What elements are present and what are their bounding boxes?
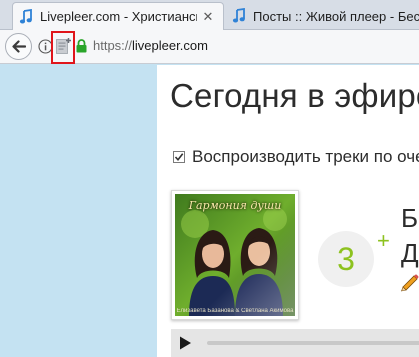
url-host: livepleer.com: [132, 38, 208, 53]
site-info-button[interactable]: [38, 39, 53, 54]
track-number-badge: 3: [318, 231, 374, 287]
tab-title: Посты :: Живой плеер - Бесплатные: [253, 8, 419, 24]
music-note-icon: [19, 8, 32, 23]
track-title: Б: [401, 203, 419, 233]
autoplay-label[interactable]: Воспроизводить треки по очереди: [192, 147, 419, 167]
address-bar-url[interactable]: https://livepleer.com: [93, 38, 208, 53]
pencil-icon[interactable]: [400, 273, 419, 292]
url-scheme: https://: [93, 38, 133, 53]
album-cover-image: [175, 194, 295, 316]
close-tab-icon[interactable]: ✕: [201, 9, 215, 25]
tab-title: Livepleer.com - Христианские песни: [40, 9, 197, 24]
autoplay-checkbox[interactable]: [173, 151, 185, 163]
info-icon: [38, 39, 53, 54]
add-track-icon[interactable]: +: [377, 228, 390, 254]
tab-strip: Livepleer.com - Христианские песни ✕ Пос…: [0, 0, 419, 30]
autoplay-option: Воспроизводить треки по очереди: [173, 147, 419, 167]
album-cover[interactable]: Гармония души Елизавета Базанова & Светл…: [171, 190, 299, 320]
play-icon[interactable]: [177, 335, 193, 351]
page-title: Сегодня в эфире: [170, 77, 419, 114]
audio-player: [171, 329, 419, 357]
album-title: Гармония души: [188, 199, 282, 212]
page-content: Сегодня в эфире Воспроизводить треки по …: [157, 65, 419, 357]
reader-view-icon[interactable]: [56, 38, 71, 54]
checkmark-icon: [174, 153, 184, 162]
progress-track[interactable]: [207, 341, 419, 345]
music-note-icon: [232, 8, 245, 23]
tab-livepleer[interactable]: Livepleer.com - Христианские песни ✕: [12, 2, 224, 30]
track-artist-link[interactable]: Д: [401, 238, 419, 269]
back-button[interactable]: [5, 33, 32, 60]
album-artists: Елизавета Базанова & Светлана Акимова: [176, 308, 294, 314]
tab-posts[interactable]: Посты :: Живой плеер - Бесплатные: [226, 2, 419, 30]
padlock-icon: [76, 39, 87, 53]
back-arrow-icon: [12, 40, 26, 53]
